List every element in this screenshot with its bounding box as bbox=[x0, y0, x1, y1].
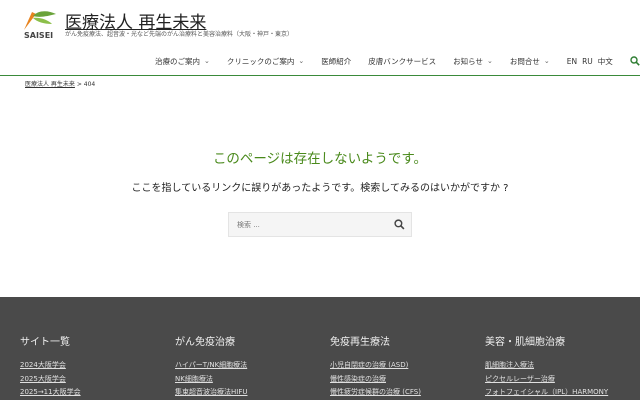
lang-zh-link[interactable]: 中文 bbox=[598, 56, 613, 67]
chevron-down-icon: ⌄ bbox=[204, 57, 210, 65]
nav-item-label: クリニックのご案内 bbox=[226, 56, 295, 66]
search-input[interactable] bbox=[229, 213, 389, 236]
footer-link[interactable]: 2025大阪学会 bbox=[20, 373, 81, 387]
nav-item-news[interactable]: お知らせ ⌄ bbox=[453, 56, 493, 67]
footer-link[interactable]: NK細胞療法 bbox=[175, 373, 247, 387]
site-tagline: がん免疫療法、超音波・光など先端のがん治療料と美容治療料（大阪・神戸・東京） bbox=[65, 31, 294, 38]
footer-link[interactable]: 肌細胞注入療法 bbox=[485, 359, 608, 373]
breadcrumb-current: 404 bbox=[83, 81, 96, 88]
nav-item-label: 医師紹介 bbox=[321, 56, 352, 66]
nav-item-skin-bank[interactable]: 皮膚バンクサービス bbox=[368, 56, 436, 67]
nav-item-clinic[interactable]: クリニックのご案内 ⌄ bbox=[227, 56, 304, 67]
site-header: SAISEI 医療法人 再生未来 がん免疫療法、超音波・光など先端のがん治療料と… bbox=[0, 0, 640, 76]
footer-link[interactable]: 2025→11大阪学会 bbox=[20, 386, 81, 400]
footer-link[interactable]: フォトフェイシャル（IPL）HARMONY bbox=[485, 386, 608, 400]
saisei-logo[interactable]: SAISEI bbox=[18, 8, 60, 40]
footer-link[interactable]: 慢性疲労症候群の治療 (CFS) bbox=[330, 386, 421, 400]
search-icon[interactable] bbox=[630, 56, 640, 66]
nav-item-label: お知らせ bbox=[453, 56, 483, 66]
search-form bbox=[228, 212, 412, 237]
svg-text:SAISEI: SAISEI bbox=[24, 31, 53, 40]
footer-link[interactable]: ハイパーT/NK細胞療法 bbox=[175, 359, 247, 373]
error-title: このページは存在しないようです。 bbox=[212, 151, 428, 167]
nav-item-doctors[interactable]: 医師紹介 bbox=[321, 56, 351, 67]
chevron-down-icon: ⌄ bbox=[298, 57, 305, 65]
footer-link[interactable]: ピクセルレーザー治療 bbox=[485, 373, 608, 387]
lang-ru-link[interactable]: RU bbox=[582, 57, 593, 66]
footer-link[interactable]: 集束超音波治療法HIFU bbox=[175, 386, 247, 400]
nav-item-contact[interactable]: お問合せ ⌄ bbox=[510, 56, 550, 67]
breadcrumb: 医療法人 再生未来 > 404 bbox=[25, 79, 95, 88]
footer-heading: サイト一覧 bbox=[20, 337, 70, 348]
footer-heading: がん免疫治療 bbox=[175, 337, 235, 348]
chevron-down-icon: ⌄ bbox=[543, 57, 550, 65]
main-nav: 治療のご案内 ⌄ クリニックのご案内 ⌄ 医師紹介 皮膚バンクサービス お知らせ… bbox=[155, 54, 640, 68]
header-divider bbox=[0, 75, 640, 76]
chevron-down-icon: ⌄ bbox=[486, 57, 493, 65]
nav-item-label: 治療のご案内 bbox=[155, 56, 200, 66]
footer-heading: 免疫再生療法 bbox=[330, 337, 390, 348]
nav-item-label: お問合せ bbox=[509, 56, 540, 66]
nav-item-label: 皮膚バンクサービス bbox=[368, 56, 437, 66]
site-footer: サイト一覧 2024大阪学会 2025大阪学会 2025→11大阪学会 がん免疫… bbox=[0, 297, 640, 400]
breadcrumb-home-link[interactable]: 医療法人 再生未来 bbox=[25, 81, 75, 88]
footer-column-beauty: 美容・肌細胞治療 肌細胞注入療法 ピクセルレーザー治療 フォトフェイシャル（IP… bbox=[485, 333, 608, 400]
footer-link[interactable]: 2024大阪学会 bbox=[20, 359, 81, 373]
search-submit-icon[interactable] bbox=[394, 219, 405, 230]
footer-link[interactable]: 小児自閉症の治療 (ASD) bbox=[330, 359, 421, 373]
footer-heading: 美容・肌細胞治療 bbox=[485, 337, 565, 348]
footer-column-sites: サイト一覧 2024大阪学会 2025大阪学会 2025→11大阪学会 bbox=[20, 333, 81, 400]
breadcrumb-separator: > bbox=[76, 81, 82, 88]
lang-en-link[interactable]: EN bbox=[567, 57, 577, 66]
error-message: ここを指しているリンクに誤りがあったようです。検索してみるのはいかがですか ? bbox=[131, 183, 509, 194]
footer-column-immune: 免疫再生療法 小児自閉症の治療 (ASD) 慢性感染症の治療 慢性疲労症候群の治… bbox=[330, 333, 421, 400]
nav-item-treatment[interactable]: 治療のご案内 ⌄ bbox=[155, 56, 210, 67]
footer-column-cancer: がん免疫治療 ハイパーT/NK細胞療法 NK細胞療法 集束超音波治療法HIFU bbox=[175, 333, 247, 400]
footer-link[interactable]: 慢性感染症の治療 bbox=[330, 373, 421, 387]
